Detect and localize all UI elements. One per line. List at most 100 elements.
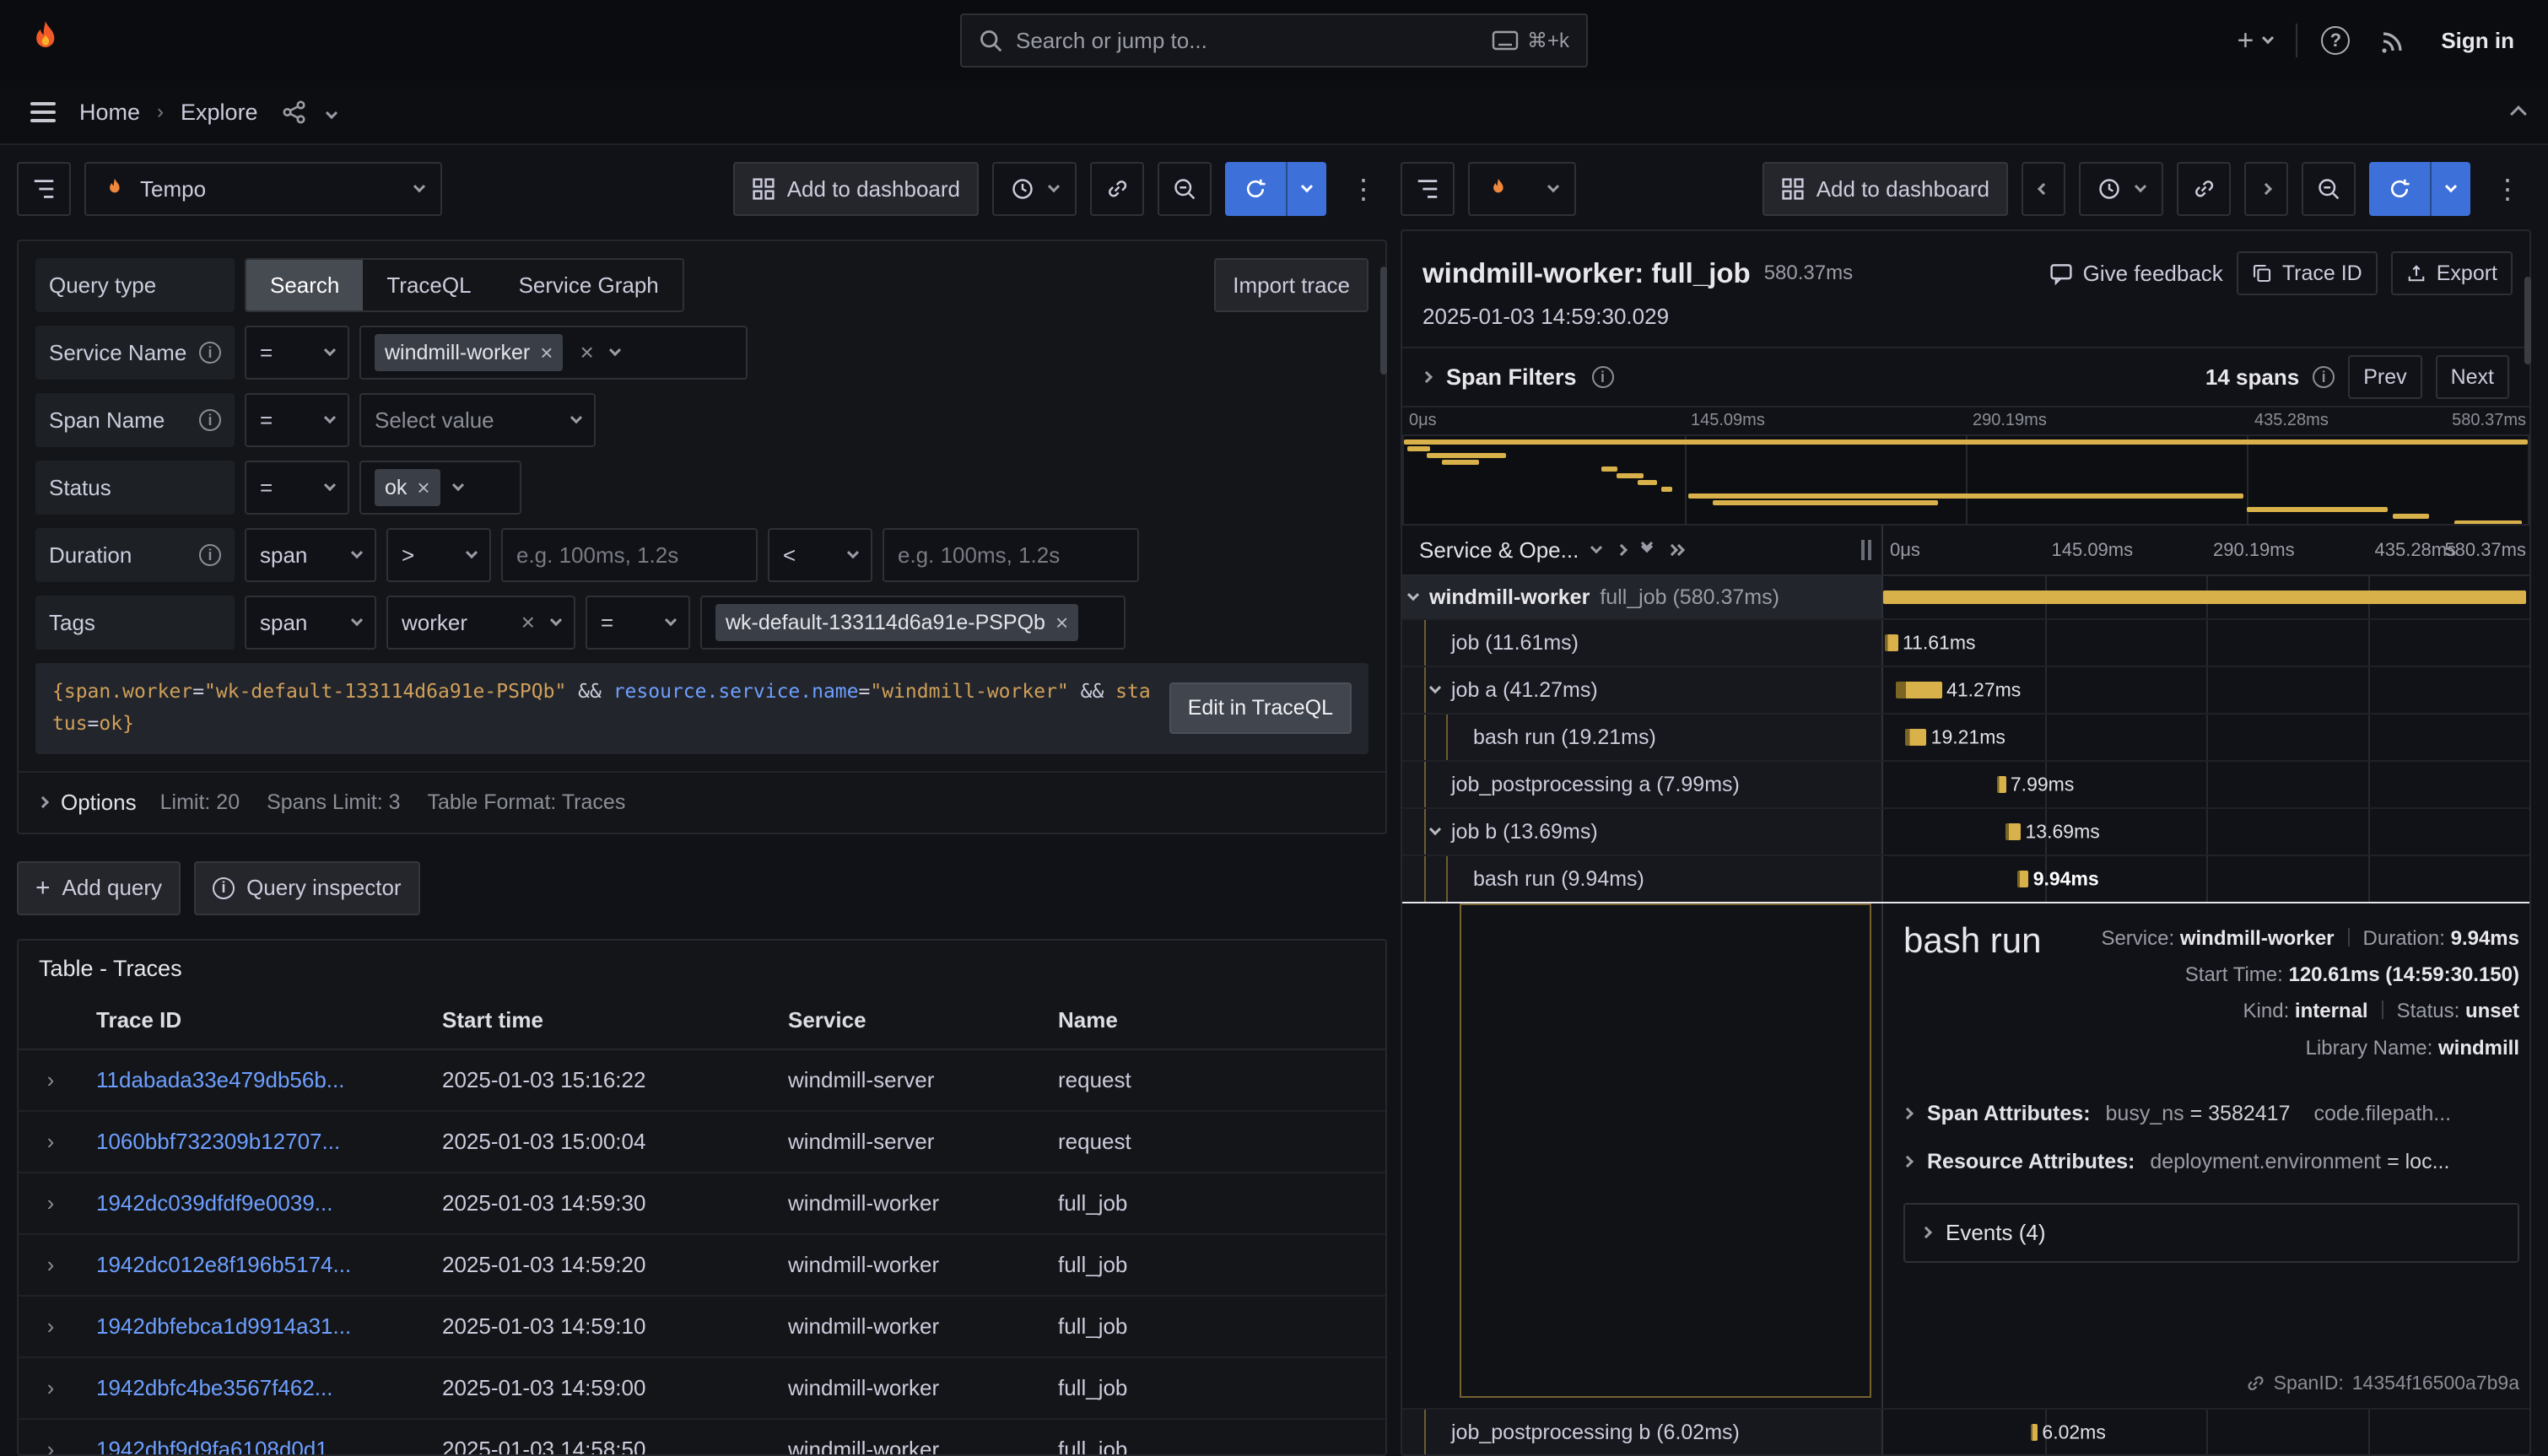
span-bar[interactable]: [2031, 1424, 2038, 1441]
span-timeline-cell[interactable]: 7.99ms: [1883, 762, 2529, 807]
trace-id-link[interactable]: 1942dc039dfdf9e0039...: [96, 1190, 332, 1216]
grafana-logo-icon[interactable]: [24, 19, 67, 62]
span-timeline-cell[interactable]: [1883, 576, 2529, 618]
span-row[interactable]: job_postprocessing b (6.02ms)6.02ms: [1402, 1410, 2529, 1454]
trace-id-link[interactable]: 11dabada33e479db56b...: [96, 1067, 344, 1092]
permalink-icon[interactable]: [2177, 162, 2231, 216]
tab-service-graph[interactable]: Service Graph: [495, 260, 683, 310]
new-menu-button[interactable]: +: [2230, 18, 2279, 64]
trace-id-link[interactable]: 1942dbfc4be3567f462...: [96, 1375, 332, 1400]
span-timeline-cell[interactable]: 11.61ms: [1883, 620, 2529, 666]
help-icon[interactable]: ?: [2314, 19, 2356, 62]
edit-in-traceql-button[interactable]: Edit in TraceQL: [1169, 682, 1352, 734]
row-expand-chevron-icon[interactable]: ›: [19, 1296, 83, 1357]
import-trace-button[interactable]: Import trace: [1214, 258, 1368, 312]
status-chip[interactable]: ok×: [375, 469, 440, 506]
time-shift-forward-icon[interactable]: [2244, 162, 2288, 216]
time-shift-back-icon[interactable]: [2022, 162, 2065, 216]
status-operator-select[interactable]: =: [245, 461, 349, 515]
span-row[interactable]: windmill-workerfull_job (580.37ms): [1402, 576, 2529, 620]
duration-lt-select[interactable]: <: [768, 528, 872, 582]
span-bar[interactable]: [1896, 682, 1941, 698]
status-value-select[interactable]: ok×: [359, 461, 521, 515]
chip-remove-icon[interactable]: ×: [540, 340, 553, 366]
column-header-service[interactable]: Service: [775, 992, 1045, 1049]
trace-id-button[interactable]: Trace ID: [2237, 251, 2378, 295]
span-label-cell[interactable]: job a (41.27ms): [1402, 667, 1883, 713]
span-row[interactable]: job_postprocessing a (7.99ms)7.99ms: [1402, 762, 2529, 809]
next-span-button[interactable]: Next: [2436, 355, 2509, 399]
expand-chevron-icon[interactable]: [1429, 823, 1441, 835]
sign-in-button[interactable]: Sign in: [2431, 21, 2524, 61]
options-toggle[interactable]: Options: [39, 790, 137, 816]
span-timeline-cell[interactable]: 19.21ms: [1883, 715, 2529, 760]
chevron-right-icon[interactable]: [1617, 546, 1626, 554]
span-label-cell[interactable]: job_postprocessing b (6.02ms): [1402, 1410, 1883, 1454]
add-to-dashboard-button[interactable]: Add to dashboard: [1763, 162, 2008, 216]
span-filters-chevron-icon[interactable]: [1421, 371, 1433, 383]
zoom-out-icon[interactable]: [1158, 162, 1212, 216]
breadcrumb-home[interactable]: Home: [79, 100, 140, 126]
tags-value-chip[interactable]: wk-default-133114d6a91e-PSPQb×: [715, 604, 1078, 641]
pane-kebab-menu-icon[interactable]: ⋮: [1340, 173, 1387, 205]
news-rss-icon[interactable]: [2373, 20, 2414, 61]
span-timeline-cell[interactable]: 6.02ms: [1883, 1410, 2529, 1454]
table-row[interactable]: ›1060bbf732309b12707...2025-01-03 15:00:…: [19, 1111, 1385, 1173]
clear-icon[interactable]: ×: [576, 339, 597, 366]
table-row[interactable]: ›1942dbfc4be3567f462...2025-01-03 14:59:…: [19, 1357, 1385, 1419]
span-bar[interactable]: [1885, 634, 1898, 651]
collapse-all-icon[interactable]: [1643, 547, 1651, 553]
run-query-button[interactable]: [1225, 162, 1326, 216]
trace-minimap[interactable]: [1402, 434, 2529, 526]
column-header-start-time[interactable]: Start time: [429, 992, 775, 1049]
span-label-cell[interactable]: bash run (19.21ms): [1402, 715, 1883, 760]
outline-button[interactable]: [17, 162, 71, 216]
span-bar[interactable]: [1997, 776, 2006, 793]
events-accordion[interactable]: Events (4): [1903, 1203, 2519, 1263]
chip-remove-icon[interactable]: ×: [417, 475, 429, 501]
span-attributes-accordion[interactable]: Span Attributes: busy_ns = 3582417code.f…: [1903, 1090, 2519, 1138]
span-bar[interactable]: [2005, 823, 2021, 840]
search-input[interactable]: [1016, 28, 1478, 54]
row-expand-chevron-icon[interactable]: ›: [19, 1111, 83, 1173]
zoom-out-icon[interactable]: [2302, 162, 2356, 216]
trace-id-link[interactable]: 1060bbf732309b12707...: [96, 1129, 340, 1154]
table-row[interactable]: ›1942dc039dfdf9e0039...2025-01-03 14:59:…: [19, 1173, 1385, 1234]
datasource-picker[interactable]: [1468, 162, 1576, 216]
span-label-cell[interactable]: job_postprocessing a (7.99ms): [1402, 762, 1883, 807]
span-row[interactable]: job a (41.27ms)41.27ms: [1402, 667, 2529, 715]
prev-span-button[interactable]: Prev: [2348, 355, 2421, 399]
span-label-cell[interactable]: job (11.61ms): [1402, 620, 1883, 666]
span-row[interactable]: bash run (9.94ms)9.94ms: [1402, 856, 2529, 903]
trace-id-link[interactable]: 1942dbf9d9fa6108d0d1...: [96, 1437, 346, 1456]
run-query-interval-chevron-icon[interactable]: [2430, 162, 2470, 216]
tags-key-select[interactable]: worker×: [386, 596, 575, 650]
span-name-operator-select[interactable]: =: [245, 393, 349, 447]
service-name-operator-select[interactable]: =: [245, 326, 349, 380]
duration-max-input[interactable]: [883, 528, 1139, 582]
service-name-chip[interactable]: windmill-worker×: [375, 334, 563, 371]
column-resize-handle[interactable]: [1861, 540, 1871, 560]
refresh-icon[interactable]: [1225, 162, 1286, 216]
table-row[interactable]: ›1942dbfebca1d9914a31...2025-01-03 14:59…: [19, 1296, 1385, 1357]
run-query-interval-chevron-icon[interactable]: [1286, 162, 1326, 216]
expand-chevron-icon[interactable]: [1407, 589, 1419, 601]
span-row[interactable]: job b (13.69ms)13.69ms: [1402, 809, 2529, 856]
tags-value-select[interactable]: wk-default-133114d6a91e-PSPQb×: [700, 596, 1126, 650]
span-name-value-select[interactable]: Select value: [359, 393, 596, 447]
table-row[interactable]: ›11dabada33e479db56b...2025-01-03 15:16:…: [19, 1049, 1385, 1111]
global-search[interactable]: ⌘+k: [960, 13, 1588, 67]
column-header-name[interactable]: Name: [1045, 992, 1385, 1049]
duration-min-input[interactable]: [501, 528, 758, 582]
left-pane-scrollbar[interactable]: [1380, 267, 1387, 375]
row-expand-chevron-icon[interactable]: ›: [19, 1234, 83, 1296]
pane-kebab-menu-icon[interactable]: ⋮: [2484, 173, 2531, 205]
span-bar[interactable]: [1883, 590, 2526, 604]
row-expand-chevron-icon[interactable]: ›: [19, 1049, 83, 1111]
duration-gt-select[interactable]: >: [386, 528, 491, 582]
trace-id-link[interactable]: 1942dbfebca1d9914a31...: [96, 1313, 351, 1339]
refresh-icon[interactable]: [2369, 162, 2430, 216]
breadcrumb-explore[interactable]: Explore: [181, 100, 258, 126]
span-label-cell[interactable]: windmill-workerfull_job (580.37ms): [1402, 576, 1883, 618]
tab-search[interactable]: Search: [246, 260, 363, 310]
